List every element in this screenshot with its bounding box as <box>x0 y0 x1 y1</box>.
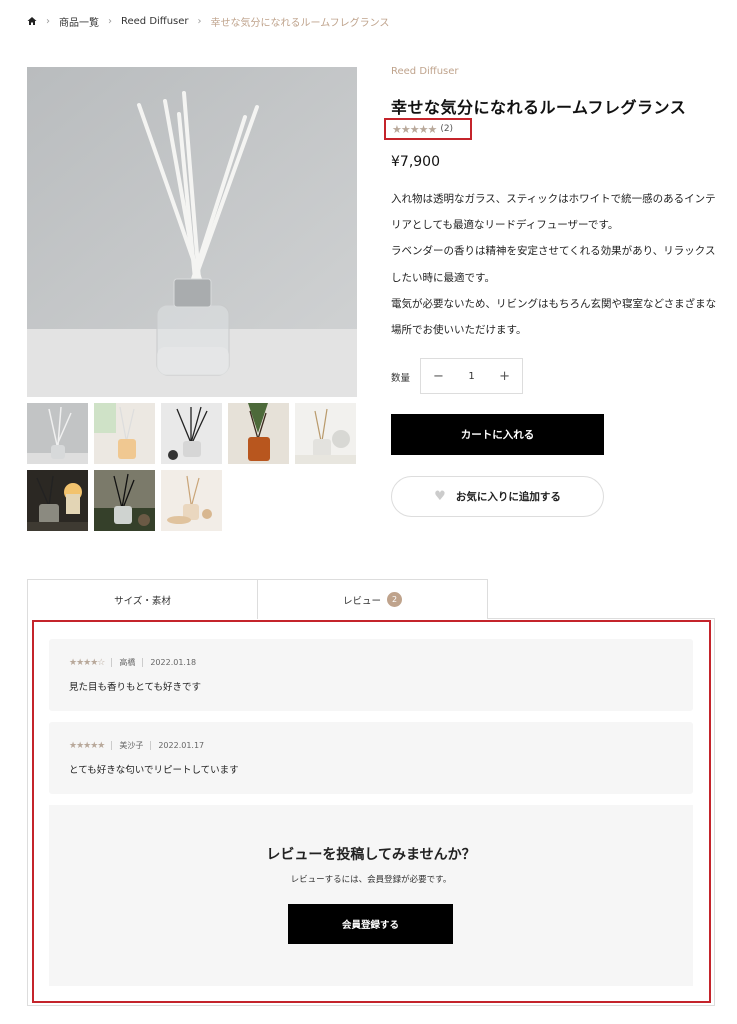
thumbnail-5[interactable] <box>295 403 356 464</box>
thumbnail-3[interactable] <box>161 403 222 464</box>
thumbnail-2[interactable] <box>94 403 155 464</box>
product-rating[interactable]: ★★★★★ (2) <box>384 118 472 140</box>
thumbnail-7[interactable] <box>94 470 155 531</box>
thumbnail-1[interactable] <box>27 403 88 464</box>
description-paragraph: 入れ物は透明なガラス、スティックはホワイトで統一感のあるインテリアとしても最適な… <box>391 193 716 232</box>
description-paragraph: ラベンダーの香りは精神を安定させてくれる効果があり、リラックスしたい時に最適です… <box>391 245 716 284</box>
main-product-image[interactable] <box>27 67 357 397</box>
chevron-right-icon: › <box>108 15 112 27</box>
description-paragraph: 電気が必要ないため、リビングはもちろん玄関や寝室などさまざまな場所でお使いいただ… <box>391 297 717 337</box>
product-price: ¥7,900 <box>391 154 440 170</box>
review-count-badge: 2 <box>387 592 402 607</box>
tab-label: サイズ・素材 <box>114 595 171 607</box>
breadcrumb-link-category[interactable]: Reed Diffuser <box>121 16 189 27</box>
rating-count: (2) <box>440 124 454 134</box>
product-title: 幸せな気分になれるルームフレグランス <box>391 98 687 117</box>
quantity-value[interactable]: 1 <box>468 371 474 382</box>
breadcrumb: › 商品一覧 › Reed Diffuser › 幸せな気分になれるルームフレグ… <box>27 13 389 29</box>
thumbnail-4[interactable] <box>228 403 289 464</box>
chevron-right-icon: › <box>197 15 202 27</box>
thumbnail-8[interactable] <box>161 470 222 531</box>
add-to-favorites-button[interactable]: ♥ お気に入りに追加する <box>391 476 604 517</box>
tab-size-material[interactable]: サイズ・素材 <box>27 579 258 619</box>
quantity-stepper: − 1 + <box>420 358 523 394</box>
star-rating-icon: ★★★★★ <box>392 122 437 136</box>
plus-icon[interactable]: + <box>499 369 510 384</box>
breadcrumb-link-products[interactable]: 商品一覧 <box>59 14 99 29</box>
highlight-frame <box>32 620 711 1003</box>
favorites-label: お気に入りに追加する <box>455 491 561 503</box>
thumbnail-6[interactable] <box>27 470 88 531</box>
product-description: 入れ物は透明なガラス、スティックはホワイトで統一感のあるインテリアとしても最適な… <box>391 186 721 343</box>
tab-reviews[interactable]: レビュー 2 <box>257 579 488 619</box>
heart-icon: ♥ <box>434 489 446 504</box>
tab-label: レビュー <box>342 595 381 607</box>
quantity-label: 数量 <box>391 373 411 384</box>
minus-icon[interactable]: − <box>433 369 444 384</box>
product-brand[interactable]: Reed Diffuser <box>391 66 459 77</box>
add-to-cart-button[interactable]: カートに入れる <box>391 414 604 455</box>
home-icon[interactable] <box>27 16 37 26</box>
chevron-right-icon: › <box>46 15 50 27</box>
breadcrumb-current: 幸せな気分になれるルームフレグランス <box>210 17 390 29</box>
